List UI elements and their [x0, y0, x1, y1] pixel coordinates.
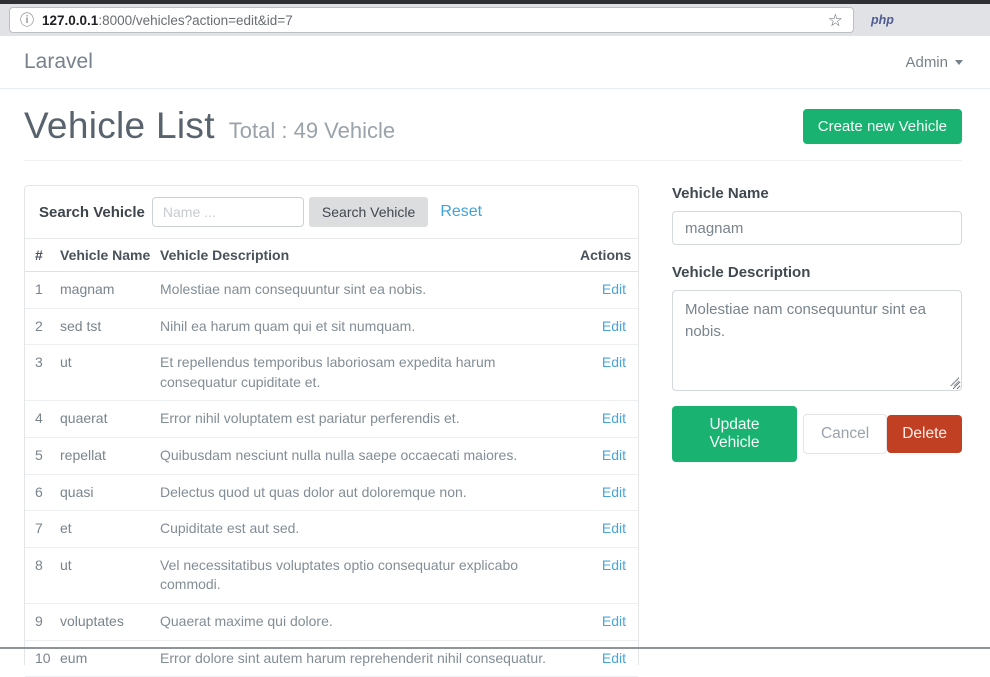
page-title: Vehicle List [24, 105, 215, 147]
row-vehicle-description: Delectus quod ut quas dolor aut doloremq… [152, 474, 572, 511]
row-number: 10 [25, 640, 52, 677]
vehicle-name-label: Vehicle Name [672, 185, 962, 202]
url-bar[interactable]: ⓘ 127.0.0.1:8000/vehicles?action=edit&id… [9, 7, 854, 33]
row-vehicle-name: sed tst [52, 308, 152, 345]
row-vehicle-name: eum [52, 640, 152, 677]
url-host: 127.0.0.1 [42, 13, 98, 28]
admin-dropdown-label: Admin [905, 54, 948, 71]
search-button[interactable]: Search Vehicle [309, 197, 428, 227]
form-buttons: Update Vehicle Cancel Delete [672, 406, 962, 462]
col-header-description: Vehicle Description [152, 239, 572, 272]
edit-link[interactable]: Edit [602, 318, 626, 334]
cancel-button[interactable]: Cancel [803, 414, 887, 454]
header-divider [24, 160, 962, 161]
row-number: 3 [25, 345, 52, 401]
table-row: 4 quaerat Error nihil voluptatem est par… [25, 401, 638, 438]
table-row: 8 ut Vel necessitatibus voluptates optio… [25, 547, 638, 603]
url-text: 127.0.0.1:8000/vehicles?action=edit&id=7 [42, 13, 293, 28]
search-form: Search Vehicle Search Vehicle Reset [25, 186, 638, 238]
edit-link[interactable]: Edit [602, 650, 626, 666]
edit-link[interactable]: Edit [602, 281, 626, 297]
vehicle-table-body: 1 magnam Molestiae nam consequuntur sint… [25, 272, 638, 677]
bookmark-star-icon[interactable]: ☆ [828, 12, 843, 29]
delete-button[interactable]: Delete [887, 415, 962, 453]
reset-link[interactable]: Reset [440, 203, 482, 221]
main-content: Search Vehicle Search Vehicle Reset # Ve… [24, 185, 962, 665]
row-vehicle-description: Error nihil voluptatem est pariatur perf… [152, 401, 572, 438]
table-row: 1 magnam Molestiae nam consequuntur sint… [25, 272, 638, 309]
col-header-actions: Actions [572, 239, 638, 272]
row-number: 8 [25, 547, 52, 603]
search-label: Search Vehicle [39, 204, 145, 221]
vehicle-description-wrap: Molestiae nam consequuntur sint ea nobis… [672, 290, 962, 391]
row-number: 1 [25, 272, 52, 309]
vehicle-description-textarea[interactable]: Molestiae nam consequuntur sint ea nobis… [672, 290, 962, 391]
row-vehicle-name: magnam [52, 272, 152, 309]
row-vehicle-name: et [52, 511, 152, 548]
row-vehicle-description: Cupiditate est aut sed. [152, 511, 572, 548]
table-row: 2 sed tst Nihil ea harum quam qui et sit… [25, 308, 638, 345]
edit-link[interactable]: Edit [602, 447, 626, 463]
table-row: 3 ut Et repellendus temporibus laboriosa… [25, 345, 638, 401]
admin-dropdown[interactable]: Admin [905, 54, 963, 71]
create-vehicle-button[interactable]: Create new Vehicle [803, 109, 962, 144]
row-vehicle-description: Vel necessitatibus voluptates optio cons… [152, 547, 572, 603]
table-row: 5 repellat Quibusdam nesciunt nulla null… [25, 437, 638, 474]
page-info-icon[interactable]: ⓘ [20, 13, 34, 27]
edit-link[interactable]: Edit [602, 484, 626, 500]
row-vehicle-description: Nihil ea harum quam qui et sit numquam. [152, 308, 572, 345]
row-number: 5 [25, 437, 52, 474]
total-count-label: Total : 49 Vehicle [229, 118, 395, 144]
edit-link[interactable]: Edit [602, 520, 626, 536]
row-vehicle-name: voluptates [52, 603, 152, 640]
bookmark-php[interactable]: php [871, 13, 894, 27]
vehicle-name-input[interactable] [672, 211, 962, 245]
row-vehicle-name: ut [52, 345, 152, 401]
table-row: 6 quasi Delectus quod ut quas dolor aut … [25, 474, 638, 511]
row-vehicle-description: Error dolore sint autem harum reprehende… [152, 640, 572, 677]
edit-link[interactable]: Edit [602, 557, 626, 573]
row-number: 9 [25, 603, 52, 640]
vehicle-description-label: Vehicle Description [672, 264, 962, 281]
row-vehicle-description: Et repellendus temporibus laboriosam exp… [152, 345, 572, 401]
chevron-down-icon [955, 60, 963, 65]
table-header-row: # Vehicle Name Vehicle Description Actio… [25, 239, 638, 272]
row-vehicle-description: Quaerat maxime qui dolore. [152, 603, 572, 640]
row-vehicle-name: quasi [52, 474, 152, 511]
brand-laravel[interactable]: Laravel [24, 50, 93, 74]
edit-link[interactable]: Edit [602, 410, 626, 426]
url-path: :8000/vehicles?action=edit&id=7 [98, 13, 292, 28]
edit-vehicle-form: Vehicle Name Vehicle Description Molesti… [672, 185, 962, 665]
edit-link[interactable]: Edit [602, 613, 626, 629]
page-header: Vehicle List Total : 49 Vehicle Create n… [24, 105, 962, 147]
vehicle-table: # Vehicle Name Vehicle Description Actio… [25, 238, 638, 677]
col-header-number: # [25, 239, 52, 272]
row-vehicle-name: quaerat [52, 401, 152, 438]
app-navbar: Laravel Admin [0, 36, 990, 89]
row-vehicle-description: Quibusdam nesciunt nulla nulla saepe occ… [152, 437, 572, 474]
row-vehicle-name: repellat [52, 437, 152, 474]
row-vehicle-description: Molestiae nam consequuntur sint ea nobis… [152, 272, 572, 309]
row-number: 7 [25, 511, 52, 548]
search-input[interactable] [152, 197, 304, 227]
table-row: 10 eum Error dolore sint autem harum rep… [25, 640, 638, 677]
row-number: 2 [25, 308, 52, 345]
browser-chrome: ⓘ 127.0.0.1:8000/vehicles?action=edit&id… [0, 0, 990, 36]
vehicle-list-card: Search Vehicle Search Vehicle Reset # Ve… [24, 185, 639, 665]
browser-toolbar: ⓘ 127.0.0.1:8000/vehicles?action=edit&id… [0, 4, 990, 36]
row-number: 6 [25, 474, 52, 511]
edit-link[interactable]: Edit [602, 354, 626, 370]
table-row: 7 et Cupiditate est aut sed. Edit [25, 511, 638, 548]
col-header-name: Vehicle Name [52, 239, 152, 272]
row-number: 4 [25, 401, 52, 438]
page-container: Vehicle List Total : 49 Vehicle Create n… [0, 105, 990, 665]
update-vehicle-button[interactable]: Update Vehicle [672, 406, 797, 462]
row-vehicle-name: ut [52, 547, 152, 603]
table-row: 9 voluptates Quaerat maxime qui dolore. … [25, 603, 638, 640]
